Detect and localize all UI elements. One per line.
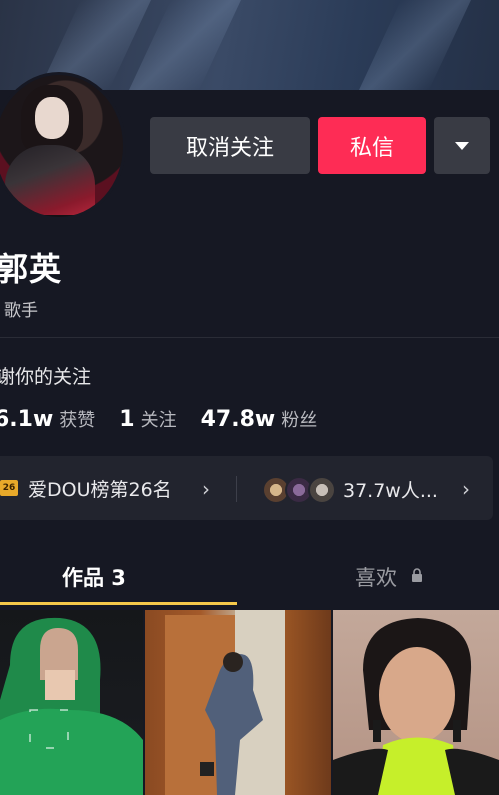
message-button[interactable]: 私信 bbox=[318, 117, 426, 174]
thumbnail-image bbox=[0, 617, 143, 795]
avatar[interactable] bbox=[0, 72, 126, 220]
stat-followers-label: 粉丝 bbox=[281, 410, 318, 431]
tab-works[interactable]: 作品 3 bbox=[62, 562, 126, 592]
video-thumbnail[interactable] bbox=[145, 610, 331, 795]
rank-text[interactable]: 爱DOU榜第26名 bbox=[28, 475, 172, 502]
stat-likes-value: 6.1w bbox=[0, 407, 54, 432]
stat-likes-label: 获赞 bbox=[59, 410, 96, 431]
more-dropdown-button[interactable] bbox=[434, 117, 490, 174]
avatar-body bbox=[5, 145, 95, 215]
video-thumbnail[interactable] bbox=[0, 610, 143, 795]
chevron-right-icon[interactable]: › bbox=[462, 477, 470, 501]
profile-name: 郭英 bbox=[0, 250, 63, 288]
rank-badge-icon: 26 bbox=[0, 480, 18, 496]
lock-icon bbox=[412, 568, 422, 582]
stat-following-value: 1 bbox=[119, 407, 135, 432]
fan-avatar bbox=[308, 476, 336, 504]
rank-badge-number: 26 bbox=[2, 483, 16, 493]
tab-likes[interactable]: 喜欢 bbox=[355, 562, 397, 592]
chevron-right-icon[interactable]: › bbox=[202, 477, 210, 501]
thumbnail-image bbox=[333, 618, 499, 795]
unfollow-label: 取消关注 bbox=[185, 135, 274, 161]
active-tab-indicator bbox=[0, 602, 237, 605]
message-label: 私信 bbox=[349, 135, 394, 161]
caret-down-icon bbox=[455, 141, 469, 150]
video-thumbnail[interactable] bbox=[333, 610, 499, 795]
unfollow-button[interactable]: 取消关注 bbox=[150, 117, 310, 174]
profile-tag: 歌手 bbox=[4, 301, 38, 321]
divider bbox=[0, 337, 499, 338]
stat-likes[interactable]: 6.1w 获赞 bbox=[0, 406, 95, 432]
profile-bio: 谢你的关注 bbox=[0, 366, 92, 388]
video-grid bbox=[0, 610, 499, 795]
stat-following[interactable]: 1 关注 bbox=[119, 406, 176, 432]
stat-following-label: 关注 bbox=[140, 410, 177, 431]
avatar-face bbox=[35, 97, 69, 139]
banner-streak bbox=[359, 0, 471, 90]
banner-streak bbox=[129, 0, 241, 90]
stat-followers[interactable]: 47.8w 粉丝 bbox=[201, 406, 318, 432]
fans-count-text[interactable]: 37.7w人... bbox=[343, 476, 438, 503]
stat-followers-value: 47.8w bbox=[200, 407, 276, 432]
promo-bar: 26 爱DOU榜第26名 › 37.7w人... › bbox=[0, 456, 493, 520]
promo-divider bbox=[236, 476, 237, 502]
stats-row: 6.1w 获赞 1 关注 47.8w 粉丝 bbox=[0, 406, 341, 432]
content-tabs: 作品 3 喜欢 bbox=[0, 556, 499, 606]
thumbnail-image bbox=[165, 610, 285, 795]
